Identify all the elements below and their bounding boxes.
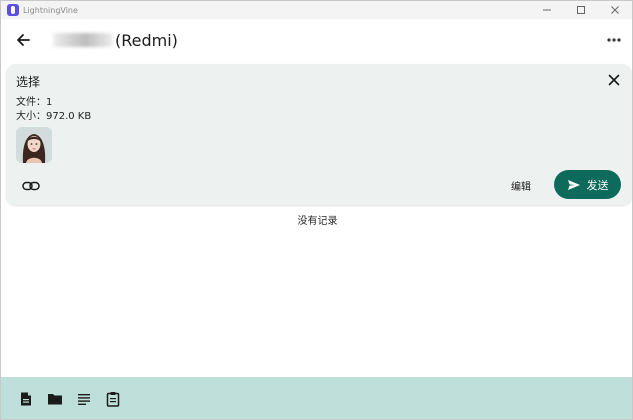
file-icon xyxy=(20,392,31,406)
file-size: 大小：972.0 KB xyxy=(16,111,92,122)
back-button[interactable] xyxy=(11,28,35,52)
send-file-button[interactable] xyxy=(15,387,36,411)
more-button[interactable] xyxy=(602,28,626,52)
app-logo-icon xyxy=(7,4,19,16)
arrow-left-icon xyxy=(17,34,30,46)
device-name: (Redmi) xyxy=(53,31,178,50)
redacted-name xyxy=(53,33,113,47)
selection-card: 选择 文件：1 大小：972.0 KB 编辑 发送 xyxy=(6,64,632,205)
close-icon xyxy=(608,74,620,86)
window-controls xyxy=(530,1,632,19)
minimize-button[interactable] xyxy=(530,1,564,19)
file-thumbnail[interactable] xyxy=(16,127,52,163)
close-icon xyxy=(611,6,619,14)
send-button[interactable]: 发送 xyxy=(554,170,621,199)
send-folder-button[interactable] xyxy=(44,387,65,411)
selection-title: 选择 xyxy=(16,75,41,89)
file-count: 文件：1 xyxy=(16,97,53,108)
send-text-button[interactable] xyxy=(73,387,94,411)
more-horizontal-icon xyxy=(607,38,621,42)
app-title: LightningVine xyxy=(23,5,78,15)
link-icon xyxy=(22,181,40,191)
folder-icon xyxy=(47,394,62,405)
send-clipboard-button[interactable] xyxy=(102,387,123,411)
app-header: (Redmi) xyxy=(1,19,632,61)
send-icon xyxy=(567,179,580,190)
maximize-icon xyxy=(577,6,585,14)
clipboard-icon xyxy=(106,392,119,407)
send-button-label: 发送 xyxy=(586,178,609,192)
empty-history-text: 没有记录 xyxy=(297,216,338,227)
close-selection-button[interactable] xyxy=(606,72,622,88)
minimize-icon xyxy=(543,9,551,11)
app-window: LightningVine (Redmi) 选择 文件：1 大小：972.0 K… xyxy=(0,0,633,420)
device-name-suffix: (Redmi) xyxy=(115,30,178,50)
edit-button[interactable]: 编辑 xyxy=(511,178,531,193)
title-bar: LightningVine xyxy=(1,1,632,19)
bottom-toolbar xyxy=(1,377,632,419)
text-icon xyxy=(77,394,90,405)
link-button[interactable] xyxy=(20,176,42,196)
photo-thumbnail-image xyxy=(16,127,52,163)
window-close-button[interactable] xyxy=(598,1,632,19)
maximize-button[interactable] xyxy=(564,1,598,19)
